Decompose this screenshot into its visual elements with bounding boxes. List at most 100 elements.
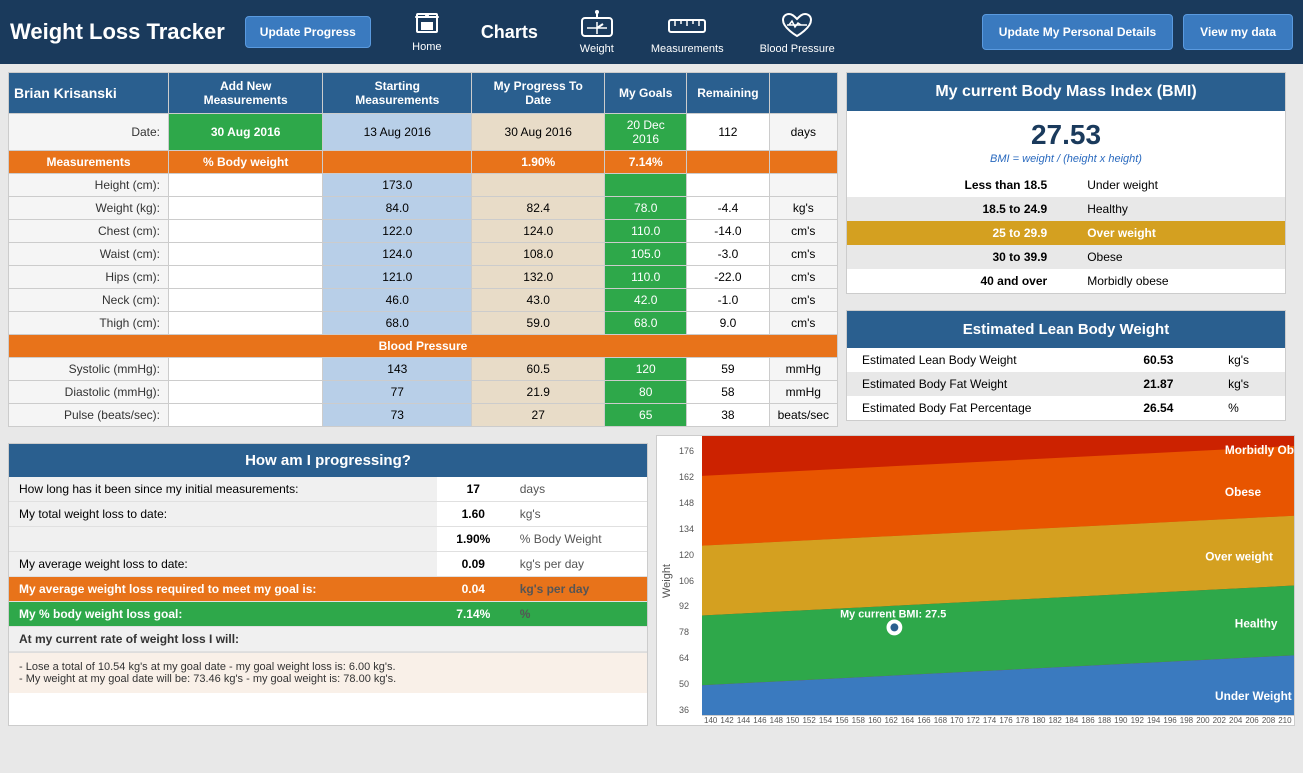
date-progress: 30 Aug 2016 [472,114,605,151]
progress-note-2: - My weight at my goal date will be: 73.… [19,673,637,685]
col-remaining-header: Remaining [687,73,769,114]
nav-item-blood-pressure[interactable]: Blood Pressure [742,10,853,55]
lean-title: Estimated Lean Body Weight [847,311,1285,348]
progress-row: How long has it been since my initial me… [9,477,647,502]
neck-progress: 43.0 [472,289,605,312]
nav-item-home[interactable]: Home [391,11,463,53]
systolic-goal: 120 [605,358,687,381]
weight-remaining: -4.4 [687,197,769,220]
waist-remaining: -3.0 [687,243,769,266]
nav-item-measurements[interactable]: Measurements [633,10,742,55]
pct-empty [323,151,472,174]
height-unit [769,174,837,197]
header-right-buttons: Update My Personal Details View my data [982,14,1293,50]
thigh-progress: 59.0 [472,312,605,335]
hips-remaining: -22.0 [687,266,769,289]
bmi-ranges-table: Less than 18.5 Under weight 18.5 to 24.9… [847,173,1285,293]
nav-item-charts-label[interactable]: Charts [463,22,561,43]
nav-weight-label: Weight [580,43,614,55]
systolic-label: Systolic (mmHg): [9,358,169,381]
prog-label-2: My total weight loss to date: [9,502,437,527]
neck-label: Neck (cm): [9,289,169,312]
prog-val-3: 1.90% [437,527,510,552]
chest-label: Chest (cm): [9,220,169,243]
diastolic-start: 77 [323,381,472,404]
bmi-label-5: Morbidly obese [1067,269,1285,293]
progress-row: My total weight loss to date: 1.60 kg's [9,502,647,527]
neck-add [169,289,323,312]
prog-val-4: 0.09 [437,552,510,577]
bp-label: Blood Pressure [9,335,838,358]
progress-row: 1.90% % Body Weight [9,527,647,552]
diastolic-progress: 21.9 [472,381,605,404]
progress-row: My average weight loss to date: 0.09 kg'… [9,552,647,577]
progress-row: At my current rate of weight loss I will… [9,627,647,652]
bmi-range-row: 40 and over Morbidly obese [847,269,1285,293]
waist-progress: 108.0 [472,243,605,266]
zone-label-overweight: Over weight [1205,550,1273,564]
hips-progress: 132.0 [472,266,605,289]
pulse-unit: beats/sec [769,404,837,427]
thigh-remaining: 9.0 [687,312,769,335]
chart-svg: Morbidly Obese Obese Over weight Healthy… [702,436,1294,725]
bmi-range-row: Less than 18.5 Under weight [847,173,1285,197]
date-goal: 20 Dec 2016 [605,114,687,151]
height-goal [605,174,687,197]
nav-item-weight[interactable]: Weight [561,10,633,55]
date-unit: days [769,114,837,151]
weight-unit: kg's [769,197,837,220]
lean-panel: Estimated Lean Body Weight Estimated Lea… [846,310,1286,421]
nav-home-label: Home [412,41,441,53]
bmi-label-1: Under weight [1067,173,1285,197]
view-data-button[interactable]: View my data [1183,14,1293,50]
waist-start: 124.0 [323,243,472,266]
neck-start: 46.0 [323,289,472,312]
chest-add [169,220,323,243]
prog-val-5: 0.04 [437,577,510,602]
pulse-label: Pulse (beats/sec): [9,404,169,427]
user-name: Brian Krisanski [9,73,169,114]
update-progress-button[interactable]: Update Progress [245,16,371,48]
personal-details-button[interactable]: Update My Personal Details [982,14,1173,50]
height-progress [472,174,605,197]
chest-progress: 124.0 [472,220,605,243]
table-row: Weight (kg): 84.0 82.4 78.0 -4.4 kg's [9,197,838,220]
charts-label: Charts [481,22,538,43]
zone-label-healthy: Healthy [1235,616,1278,630]
table-row: Systolic (mmHg): 143 60.5 120 59 mmHg [9,358,838,381]
date-add[interactable]: 30 Aug 2016 [169,114,323,151]
prog-unit-1: days [510,477,647,502]
lean-val-2: 21.87 [1128,372,1213,396]
hips-start: 121.0 [323,266,472,289]
nav-bp-label: Blood Pressure [760,43,835,55]
pulse-goal: 65 [605,404,687,427]
thigh-start: 68.0 [323,312,472,335]
bmi-title: My current Body Mass Index (BMI) [847,73,1285,111]
y-val-10: 50 [679,679,700,689]
table-row: Hips (cm): 121.0 132.0 110.0 -22.0 cm's [9,266,838,289]
y-val-3: 148 [679,498,700,508]
waist-label: Waist (cm): [9,243,169,266]
lean-table: Estimated Lean Body Weight 60.53 kg's Es… [847,348,1285,420]
chest-goal: 110.0 [605,220,687,243]
nav-icons: Home Charts Weight [391,10,853,55]
zone-label-morbid: Morbidly Obese [1225,443,1294,457]
table-row: Neck (cm): 46.0 43.0 42.0 -1.0 cm's [9,289,838,312]
y-val-11: 36 [679,705,700,715]
bp-section-row: Blood Pressure [9,335,838,358]
pulse-start: 73 [323,404,472,427]
app-title: Weight Loss Tracker [10,19,225,45]
weight-goal: 78.0 [605,197,687,220]
height-add [169,174,323,197]
thigh-label: Thigh (cm): [9,312,169,335]
height-remaining [687,174,769,197]
waist-goal: 105.0 [605,243,687,266]
date-remaining: 112 [687,114,769,151]
prog-unit-5: kg's per day [510,577,647,602]
prog-label-5: My average weight loss required to meet … [9,577,437,602]
lean-label-2: Estimated Body Fat Weight [847,372,1128,396]
progress-row: My % body weight loss goal: 7.14% % [9,602,647,627]
bmi-chart: Weight 176 162 148 134 120 106 92 78 64 … [656,435,1295,726]
chart-y-label: Weight [661,564,673,598]
table-row: Thigh (cm): 68.0 59.0 68.0 9.0 cm's [9,312,838,335]
